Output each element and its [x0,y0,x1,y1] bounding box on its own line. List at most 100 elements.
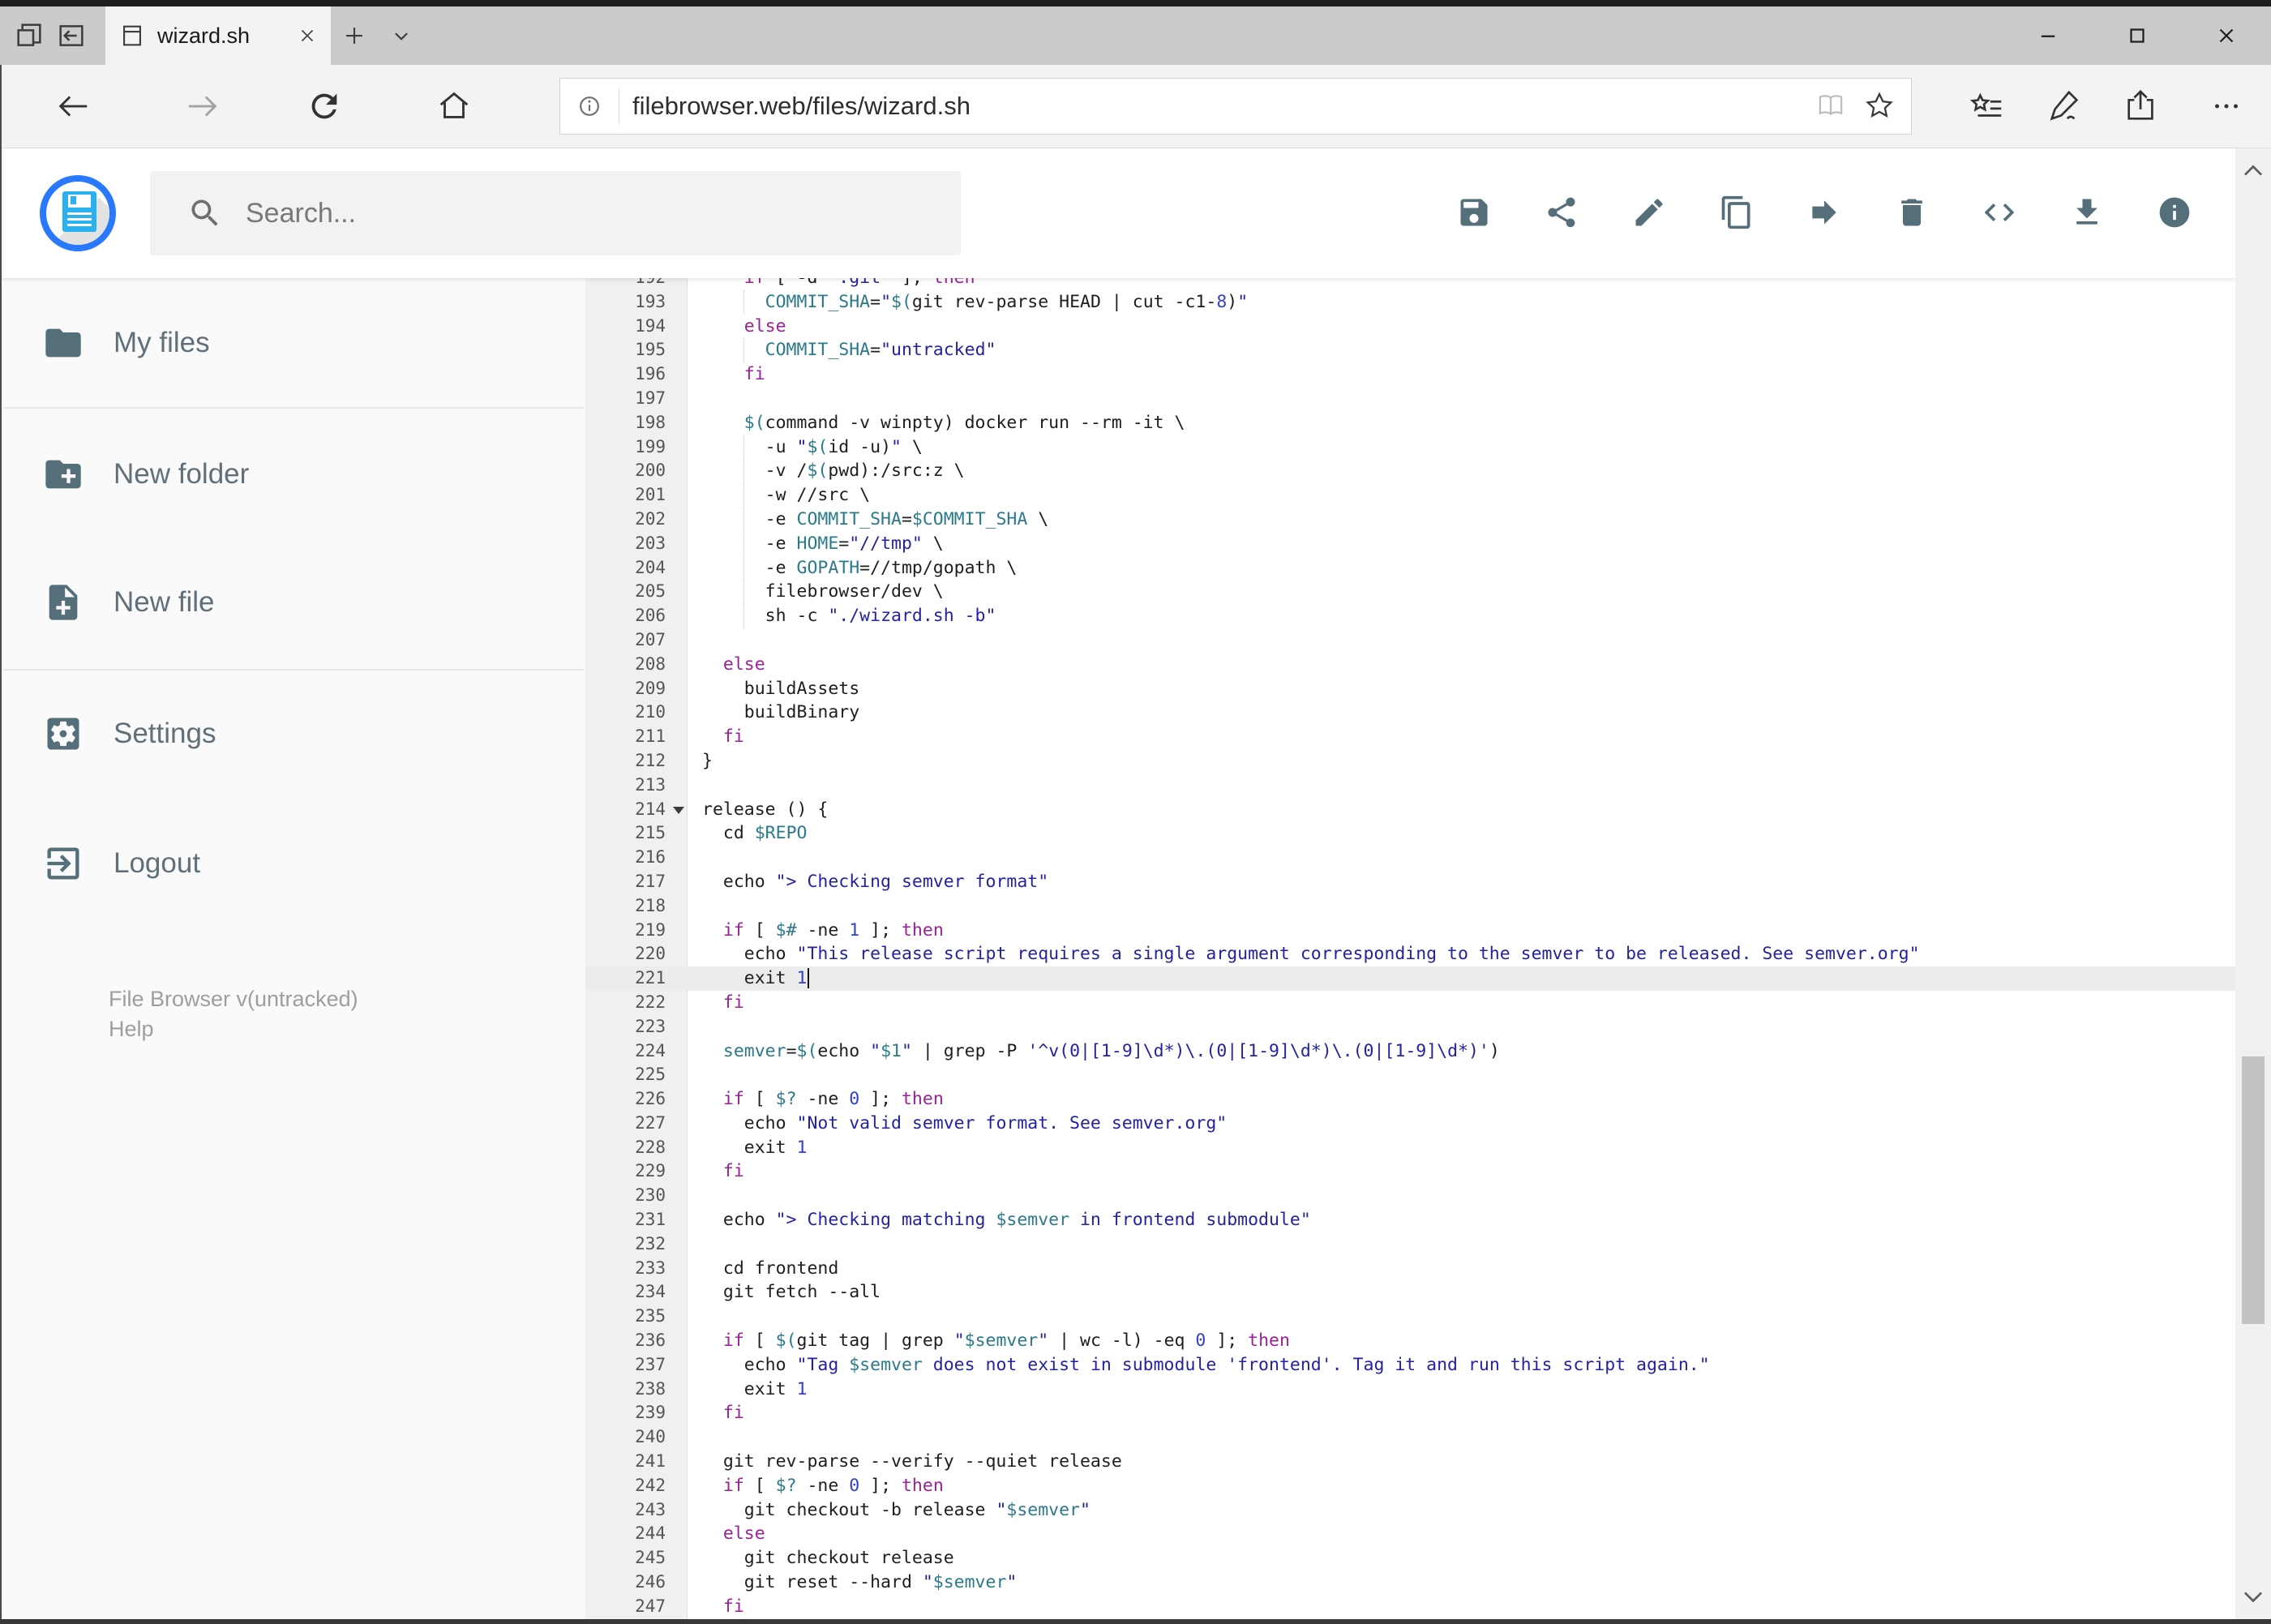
url-text[interactable]: filebrowser.web/files/wizard.sh [632,92,1814,121]
code-line[interactable]: 193 COMMIT_SHA="$(git rev-parse HEAD | c… [585,289,2235,315]
maximize-button[interactable] [2093,6,2182,65]
code-line[interactable]: 241 git rev-parse --verify --quiet relea… [585,1450,2235,1474]
code-line[interactable]: 229 fi [585,1159,2235,1184]
site-info-icon[interactable] [573,90,606,122]
sidebar-item-logout[interactable]: Logout [42,842,200,885]
sidebar-item-my-files[interactable]: My files [42,322,210,364]
code-line[interactable]: 205 filebrowser/dev \ [585,580,2235,604]
code-line[interactable]: 207 [585,628,2235,653]
code-line[interactable]: 204 -e GOPATH=//tmp/gopath \ [585,555,2235,581]
code-line[interactable]: 195 COMMIT_SHA="untracked" [585,338,2235,362]
code-line[interactable]: 212} [585,749,2235,773]
code-line[interactable]: 246 git reset --hard "$semver" [585,1570,2235,1595]
set-aside-tabs-icon[interactable] [50,6,92,65]
code-line[interactable]: 211 fi [585,725,2235,749]
code-line[interactable]: 243 git checkout -b release "$semver" [585,1498,2235,1523]
code-line[interactable]: 236 if [ $(git tag | grep "$semver" | wc… [585,1329,2235,1353]
scroll-down-icon[interactable] [2235,1579,2271,1614]
code-line[interactable]: 200 -v /$(pwd):/src:z \ [585,459,2235,483]
code-line[interactable]: 226 if [ $? -ne 0 ]; then [585,1087,2235,1112]
favorite-star-icon[interactable] [1862,89,1896,123]
sidebar-item-new-file[interactable]: New file [42,581,214,623]
new-tab-icon[interactable] [331,6,378,65]
rename-button[interactable] [1631,195,1667,230]
fold-marker-icon[interactable] [673,806,684,814]
code-line[interactable]: 228 exit 1 [585,1136,2235,1160]
share-page-icon[interactable] [2123,88,2160,125]
code-line[interactable]: 234 git fetch --all [585,1280,2235,1305]
code-line[interactable]: 239 fi [585,1401,2235,1425]
code-line[interactable]: 217 echo "> Checking semver format" [585,870,2235,894]
code-line[interactable]: 245 git checkout release [585,1546,2235,1570]
copy-button[interactable] [1719,195,1755,230]
code-line[interactable]: 209 buildAssets [585,677,2235,701]
code-line[interactable]: 225 [585,1063,2235,1087]
tab-wizard-sh[interactable]: wizard.sh [105,6,331,65]
scrollbar-thumb[interactable] [2242,1056,2265,1324]
search-input[interactable]: Search... [150,171,961,255]
code-line[interactable]: 232 [585,1232,2235,1257]
sidebar-item-new-folder[interactable]: New folder [42,453,249,495]
scroll-up-icon[interactable] [2235,153,2271,189]
code-line[interactable]: 208 else [585,653,2235,677]
code-line[interactable]: 238 exit 1 [585,1378,2235,1402]
download-button[interactable] [2069,195,2105,230]
share-button[interactable] [1544,195,1579,230]
code-line[interactable]: 199 -u "$(id -u)" \ [585,435,2235,460]
code-line[interactable]: 221 exit 1 [585,966,2235,991]
home-icon[interactable] [435,88,473,125]
code-line[interactable]: 214 release () { [585,798,2235,822]
stacked-tabs-icon[interactable] [8,6,50,65]
back-icon[interactable] [54,88,92,125]
code-line[interactable]: 218 [585,894,2235,919]
code-line[interactable]: 213 [585,773,2235,798]
reading-view-icon[interactable] [1814,89,1848,123]
save-button[interactable] [1456,195,1492,230]
code-line[interactable]: 231 echo "> Checking matching $semver in… [585,1208,2235,1232]
more-options-icon[interactable] [2208,88,2245,125]
code-line[interactable]: 230 [585,1184,2235,1208]
close-window-button[interactable] [2182,6,2271,65]
code-line[interactable]: 192 if [ -d ".git" ]; then [585,278,2235,290]
minimize-button[interactable] [2003,6,2093,65]
code-line[interactable]: 240 [585,1425,2235,1450]
info-button[interactable] [2157,195,2192,230]
code-line[interactable]: 247 fi [585,1595,2235,1619]
code-line[interactable]: 244 else [585,1522,2235,1546]
code-line[interactable]: 235 [585,1305,2235,1329]
sidebar-item-settings[interactable]: Settings [42,713,216,755]
web-note-pen-icon[interactable] [2046,88,2083,125]
url-bar[interactable]: filebrowser.web/files/wizard.sh [559,78,1912,135]
move-button[interactable] [1806,195,1842,230]
code-line[interactable]: 197 [585,387,2235,411]
file-browser-logo[interactable] [40,175,116,251]
close-tab-icon[interactable] [297,25,318,46]
code-line[interactable]: 220 echo "This release script requires a… [585,942,2235,966]
code-line[interactable]: 223 [585,1015,2235,1039]
code-line[interactable]: 224 semver=$(echo "$1" | grep -P '^v(0|[… [585,1039,2235,1064]
help-link[interactable]: Help [109,1017,154,1042]
code-line[interactable]: 194 else [585,315,2235,339]
forward-icon[interactable] [184,88,221,125]
code-line[interactable]: 219 if [ $# -ne 1 ]; then [585,919,2235,943]
code-line[interactable]: 198 $(command -v winpty) docker run --rm… [585,411,2235,435]
code-line[interactable]: 196 fi [585,362,2235,387]
code-line[interactable]: 210 buildBinary [585,701,2235,725]
code-line[interactable]: 216 [585,846,2235,870]
code-line[interactable]: 215 cd $REPO [585,821,2235,846]
code-line[interactable]: 206 sh -c "./wizard.sh -b" [585,604,2235,628]
tab-preview-chevron-icon[interactable] [378,6,425,65]
refresh-icon[interactable] [306,88,343,125]
code-line[interactable]: 222 fi [585,991,2235,1015]
code-line[interactable]: 227 echo "Not valid semver format. See s… [585,1112,2235,1136]
code-line[interactable]: 201 -w //src \ [585,483,2235,508]
code-line[interactable]: 203 -e HOME="//tmp" \ [585,531,2235,556]
code-line[interactable]: 233 cd frontend [585,1257,2235,1281]
hub-icon[interactable] [1969,88,2006,125]
code-line[interactable]: 237 echo "Tag $semver does not exist in … [585,1353,2235,1378]
page-scrollbar[interactable] [2235,148,2271,1619]
code-line[interactable]: 242 if [ $? -ne 0 ]; then [585,1474,2235,1498]
code-editor[interactable]: 192 if [ -d ".git" ]; then193 COMMIT_SHA… [585,278,2235,1619]
editor-button[interactable] [1982,195,2017,230]
delete-button[interactable] [1894,195,1930,230]
